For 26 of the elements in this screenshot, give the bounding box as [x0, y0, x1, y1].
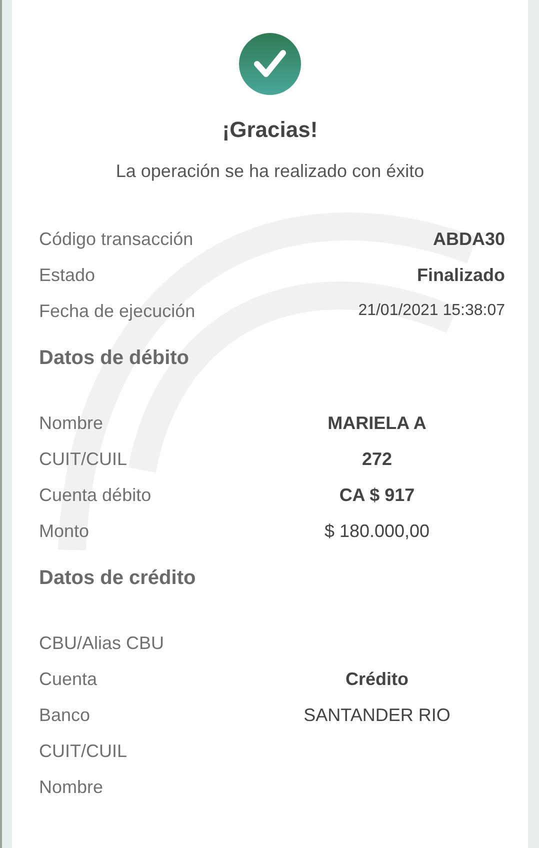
field-label: Nombre — [39, 412, 104, 434]
field-value: $ 180.000,00 — [324, 520, 430, 542]
field-label: Cuenta débito — [39, 484, 152, 506]
field-value: CA $ 917 — [339, 484, 415, 506]
field-label: Cuenta — [39, 668, 98, 690]
field-value: 272 — [362, 448, 392, 470]
field-label: Banco — [39, 704, 92, 726]
field-label: CUIT/CUIL — [39, 740, 128, 762]
section-title: Datos de débito — [39, 346, 190, 371]
field-label: Estado — [39, 264, 96, 286]
field-value: SANTANDER RIO — [304, 704, 450, 726]
field-label: Monto — [39, 520, 90, 542]
field-label: CUIT/CUIL — [39, 448, 128, 470]
field-value: MARIELA A — [328, 412, 426, 434]
field-value: Crédito — [346, 668, 408, 690]
section-title: Datos de crédito — [39, 566, 197, 591]
field-value: 21/01/2021 15:38:07 — [358, 301, 505, 321]
field-value: ABDA30 — [432, 228, 505, 250]
field-label: CBU/Alias CBU — [39, 632, 166, 654]
field-label: Fecha de ejecución — [39, 300, 196, 323]
thank-you-title: ¡Gracias! — [222, 116, 318, 144]
field-label: Código transacción — [39, 228, 194, 251]
field-value: Finalizado — [416, 264, 505, 286]
success-message: La operación se ha realizado con éxito — [116, 160, 424, 183]
field-label: Nombre — [39, 776, 104, 798]
check-icon — [239, 33, 301, 95]
